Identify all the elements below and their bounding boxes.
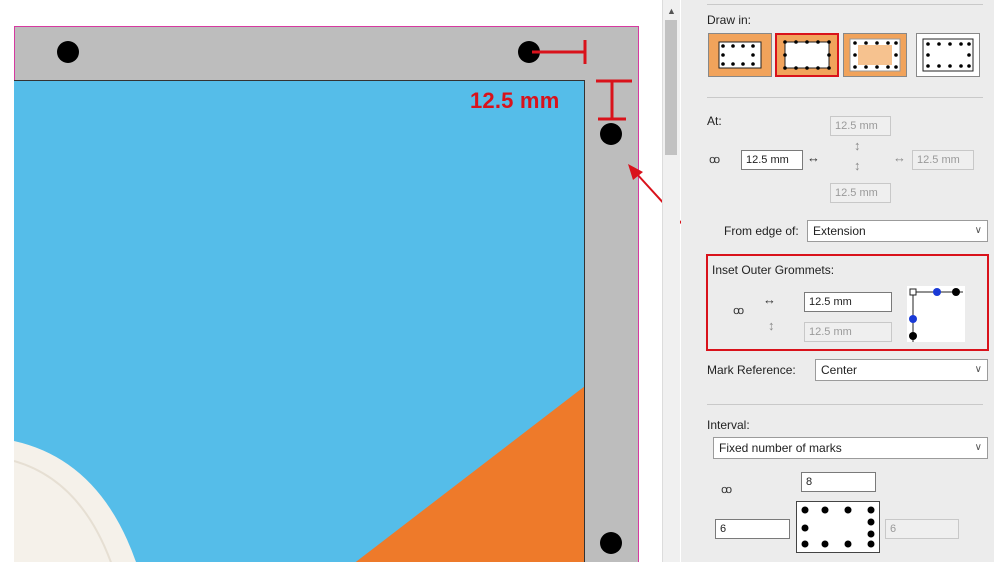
- at-top-field[interactable]: 12.5 mm: [830, 116, 891, 136]
- marks-horizontal-field[interactable]: 8: [801, 472, 876, 492]
- vertical-arrow-icon: ↕: [854, 138, 861, 153]
- inset-horizontal-field[interactable]: 12.5 mm: [804, 292, 892, 312]
- mark-reference-select[interactable]: Center ∨: [815, 359, 988, 381]
- grommets-inside-border-icon: [849, 38, 901, 72]
- grommet-settings-panel: Draw in: At: 12.5 mm ꝏ 12.5 mm ↔ ↕ ↕ ↔ 1…: [681, 0, 994, 562]
- interval-select[interactable]: Fixed number of marks ∨: [713, 437, 988, 459]
- draw-option-outside-border[interactable]: [708, 33, 772, 77]
- vertical-arrow-icon: ↕: [768, 318, 775, 333]
- at-label: At:: [707, 114, 722, 128]
- from-edge-value: Extension: [813, 224, 866, 238]
- link-icon[interactable]: ꝏ: [721, 483, 732, 496]
- link-icon[interactable]: ꝏ: [733, 304, 744, 317]
- vertical-scrollbar[interactable]: ▲: [662, 0, 680, 562]
- horizontal-arrow-icon: ↔: [807, 150, 820, 165]
- vertical-arrow-icon: ↕: [854, 158, 861, 173]
- grommets-on-border-icon: [783, 40, 831, 70]
- canvas-view[interactable]: 12.5 mm: [0, 0, 662, 562]
- mark-reference-value: Center: [821, 363, 858, 377]
- horizontal-arrow-icon: ↔: [763, 292, 776, 307]
- interval-value: Fixed number of marks: [719, 441, 842, 455]
- interval-label: Interval:: [707, 418, 750, 432]
- grommet-layout-icon: [801, 506, 875, 548]
- grommets-outside-border-icon: [718, 41, 762, 69]
- from-edge-label: From edge of:: [724, 224, 799, 238]
- at-bottom-field[interactable]: 12.5 mm: [830, 183, 891, 203]
- marks-preview: [796, 501, 880, 553]
- chevron-down-icon: ∨: [974, 364, 982, 375]
- grommets-no-fill-icon: [922, 38, 974, 72]
- draw-in-label: Draw in:: [707, 13, 752, 27]
- at-left-field[interactable]: 12.5 mm: [741, 150, 803, 170]
- link-icon[interactable]: ꝏ: [709, 153, 720, 166]
- chevron-down-icon: ∨: [974, 225, 982, 236]
- mark-reference-label: Mark Reference:: [707, 363, 796, 377]
- corner-inset-icon: [909, 288, 963, 342]
- divider: [707, 97, 983, 98]
- draw-option-no-fill[interactable]: [916, 33, 980, 77]
- from-edge-select[interactable]: Extension ∨: [807, 220, 988, 242]
- dimension-label: 12.5 mm: [470, 88, 560, 113]
- scroll-thumb[interactable]: [665, 20, 677, 155]
- marks-right-field[interactable]: 6: [885, 519, 959, 539]
- marks-left-field[interactable]: 6: [715, 519, 790, 539]
- inset-outer-grommets-label: Inset Outer Grommets:: [712, 263, 835, 277]
- inset-vertical-field[interactable]: 12.5 mm: [804, 322, 892, 342]
- horizontal-arrow-icon: ↔: [893, 150, 906, 165]
- divider: [707, 404, 983, 405]
- divider: [707, 4, 983, 5]
- at-right-field[interactable]: 12.5 mm: [912, 150, 974, 170]
- draw-option-on-border[interactable]: [775, 33, 839, 77]
- draw-option-inside-border[interactable]: [843, 33, 907, 77]
- scroll-up-icon[interactable]: ▲: [663, 4, 680, 18]
- chevron-down-icon: ∨: [974, 442, 982, 453]
- dimension-annotation: [532, 40, 662, 204]
- inset-preview: [907, 286, 965, 342]
